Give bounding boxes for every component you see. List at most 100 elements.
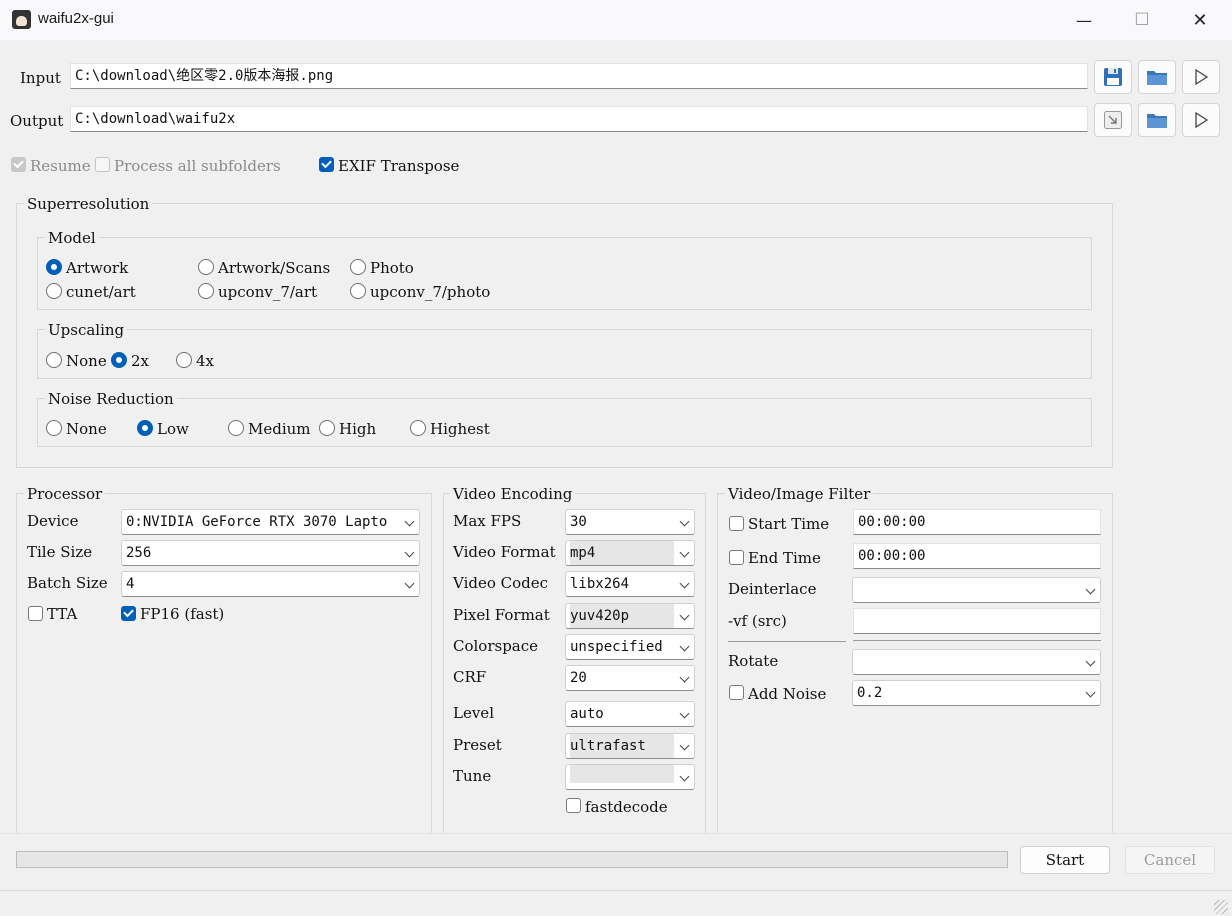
add-noise-label: Add Noise — [748, 685, 827, 703]
deinterlace-select[interactable] — [852, 577, 1101, 603]
add-noise-checkbox[interactable] — [729, 685, 744, 700]
noise-radio-low[interactable] — [137, 420, 153, 436]
end-time-field[interactable]: 00:00:00 — [853, 543, 1101, 569]
chevron-down-icon — [1085, 584, 1096, 595]
process-subfolders-checkbox[interactable] — [95, 157, 110, 172]
model-label-upconv7-art: upconv_7/art — [218, 283, 318, 301]
colorspace-select[interactable]: unspecified — [565, 634, 695, 660]
close-button[interactable]: ✕ — [1171, 0, 1229, 40]
maximize-button[interactable]: ☐ — [1113, 0, 1171, 40]
model-radio-artwork-scans[interactable] — [198, 259, 214, 275]
model-title: Model — [45, 229, 99, 247]
rotate-select[interactable] — [852, 649, 1101, 675]
start-button[interactable]: Start — [1020, 846, 1110, 874]
noise-label-medium: Medium — [248, 420, 311, 438]
upscaling-radio-4x[interactable] — [176, 352, 192, 368]
video-codec-select[interactable]: libx264 — [565, 571, 695, 597]
noise-radio-medium[interactable] — [228, 420, 244, 436]
batch-size-label: Batch Size — [27, 574, 108, 592]
model-radio-upconv7-art[interactable] — [198, 283, 214, 299]
open-output-button[interactable] — [1182, 103, 1220, 137]
app-icon — [12, 10, 31, 29]
tile-size-select[interactable]: 256 — [121, 540, 420, 566]
add-noise-select[interactable]: 0.2 — [852, 680, 1101, 706]
end-time-checkbox[interactable] — [729, 550, 744, 565]
crf-select[interactable]: 20 — [565, 665, 695, 691]
noise-radio-highest[interactable] — [410, 420, 426, 436]
upscaling-radio-none[interactable] — [46, 352, 62, 368]
end-time-label: End Time — [748, 549, 821, 567]
chevron-down-icon — [404, 547, 415, 558]
fastdecode-checkbox[interactable] — [566, 798, 581, 813]
progress-bar — [16, 851, 1008, 868]
level-label: Level — [453, 704, 494, 722]
divider — [728, 641, 846, 642]
output-path-field[interactable]: C:\download\waifu2x — [70, 106, 1088, 132]
resume-checkbox[interactable] — [11, 157, 26, 172]
exif-transpose-checkbox[interactable] — [319, 157, 334, 172]
minimize-button[interactable]: — — [1055, 0, 1113, 40]
model-group — [37, 237, 1092, 310]
resize-grip[interactable] — [1214, 900, 1228, 914]
input-label: Input — [20, 69, 61, 87]
max-fps-select[interactable]: 30 — [565, 509, 695, 535]
noise-label-highest: Highest — [430, 420, 490, 438]
save-button[interactable] — [1094, 60, 1132, 94]
model-radio-cunet-art[interactable] — [46, 283, 62, 299]
open-input-button[interactable] — [1182, 60, 1220, 94]
chevron-down-icon — [679, 578, 690, 589]
fp16-label: FP16 (fast) — [140, 605, 225, 623]
fastdecode-label: fastdecode — [585, 798, 668, 816]
input-path-field[interactable]: C:\download\绝区零2.0版本海报.png — [70, 63, 1088, 89]
folder-icon — [1147, 114, 1167, 128]
model-radio-upconv7-photo[interactable] — [350, 283, 366, 299]
chevron-down-icon — [679, 672, 690, 683]
resume-label: Resume — [30, 157, 91, 175]
upscaling-title: Upscaling — [45, 321, 128, 339]
upscaling-radio-2x[interactable] — [111, 352, 127, 368]
device-label: Device — [27, 512, 79, 530]
noise-radio-high[interactable] — [319, 420, 335, 436]
divider — [0, 833, 1232, 834]
noise-label-high: High — [339, 420, 377, 438]
noise-radio-none[interactable] — [46, 420, 62, 436]
vf-src-field[interactable] — [853, 608, 1101, 634]
chevron-down-icon — [679, 740, 690, 751]
batch-size-select[interactable]: 4 — [121, 571, 420, 597]
chevron-down-icon — [404, 578, 415, 589]
start-time-field[interactable]: 00:00:00 — [853, 509, 1101, 535]
output-label: Output — [10, 112, 64, 130]
model-radio-photo[interactable] — [350, 259, 366, 275]
play-icon — [1195, 68, 1209, 86]
divider — [853, 640, 1101, 641]
chevron-down-icon — [404, 516, 415, 527]
chevron-down-icon — [679, 708, 690, 719]
play-icon — [1195, 111, 1209, 129]
folder-icon — [1147, 71, 1167, 85]
device-select[interactable]: 0:NVIDIA GeForce RTX 3070 Lapto — [121, 509, 420, 535]
browse-input-button[interactable] — [1138, 60, 1176, 94]
process-subfolders-label: Process all subfolders — [114, 157, 281, 175]
pixel-format-select[interactable]: yuv420p — [565, 603, 695, 629]
video-format-label: Video Format — [453, 543, 556, 561]
video-encoding-title: Video Encoding — [450, 485, 576, 503]
browse-output-button[interactable] — [1138, 103, 1176, 137]
model-label-artwork-scans: Artwork/Scans — [218, 259, 331, 277]
tta-checkbox[interactable] — [28, 606, 43, 621]
video-format-select[interactable]: mp4 — [565, 540, 695, 566]
max-fps-label: Max FPS — [453, 512, 522, 530]
fp16-checkbox[interactable] — [121, 606, 136, 621]
tune-select[interactable] — [565, 764, 695, 790]
preset-select[interactable]: ultrafast — [565, 733, 695, 759]
model-label-upconv7-photo: upconv_7/photo — [370, 283, 491, 301]
level-select[interactable]: auto — [565, 701, 695, 727]
set-output-button[interactable] — [1094, 103, 1132, 137]
export-icon — [1104, 111, 1122, 129]
noise-label-none: None — [66, 420, 107, 438]
tta-label: TTA — [47, 605, 78, 623]
rotate-label: Rotate — [728, 652, 779, 670]
cancel-button[interactable]: Cancel — [1125, 846, 1215, 874]
model-radio-artwork[interactable] — [46, 259, 62, 275]
title-bar — [0, 0, 1232, 40]
start-time-checkbox[interactable] — [729, 516, 744, 531]
